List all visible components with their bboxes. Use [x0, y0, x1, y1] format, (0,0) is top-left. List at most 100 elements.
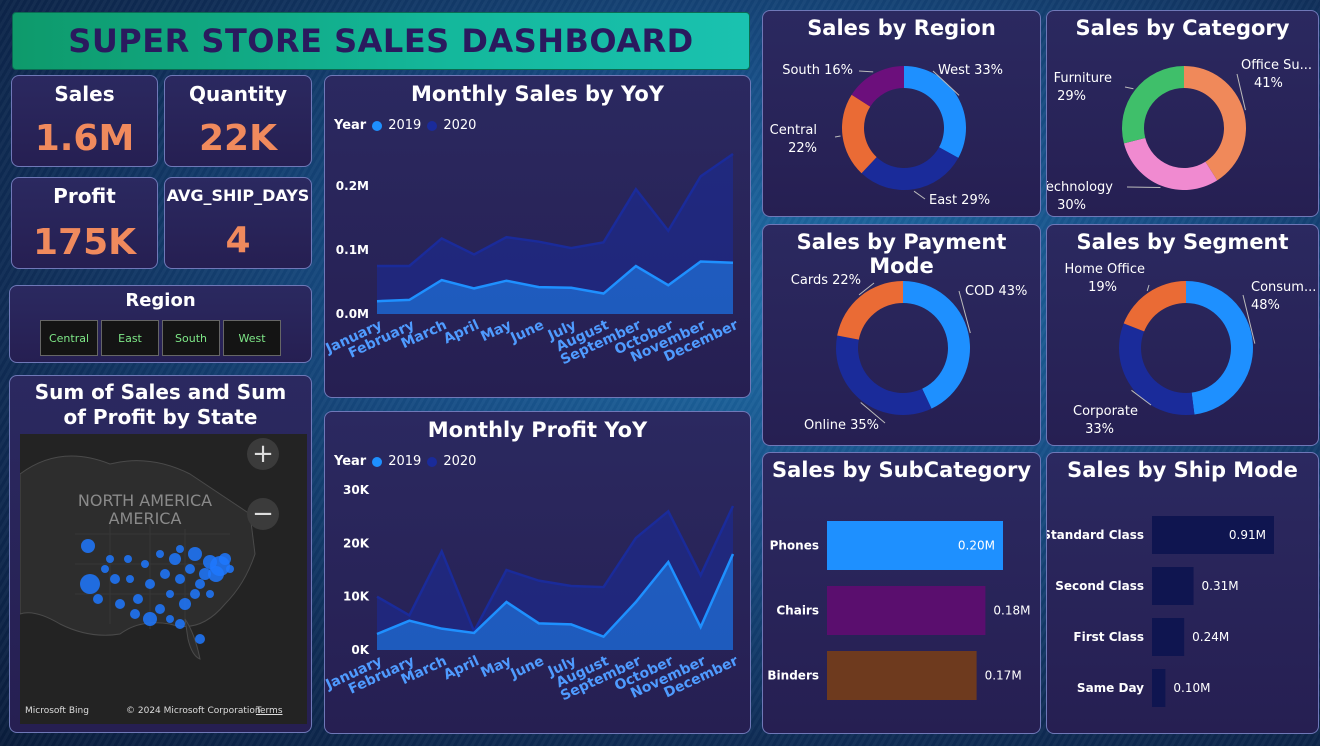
label-connector: [1146, 284, 1150, 292]
category-label: Standard Class: [1047, 528, 1144, 542]
profit-area-chart[interactable]: 0K10K20K30KJanuaryFebruaryMarchAprilMayJ…: [325, 412, 750, 734]
bar: [1152, 669, 1166, 707]
value-label: 0.10M: [1173, 681, 1210, 695]
bar: [1152, 567, 1194, 605]
donut-slice: [861, 147, 959, 190]
kpi-card-ship-days[interactable]: AVG_SHIP_DAYS 4: [164, 177, 312, 269]
category-label: First Class: [1073, 630, 1144, 644]
state-bubble: [175, 574, 185, 584]
region-slicer: Region Central East South West: [9, 285, 312, 363]
payment-donut-card: Sales by Payment Mode COD 43% Online 35% C…: [762, 224, 1041, 446]
kpi-value: 175K: [32, 222, 137, 263]
zoom-out-button[interactable]: −: [247, 498, 279, 530]
category-label: Chairs: [776, 604, 819, 618]
subcategory-bar-chart[interactable]: Phones 0.20M Chairs 0.18M Binders 0.17M: [763, 453, 1041, 734]
slice-label: Office Su...: [1241, 58, 1312, 73]
map-canvas[interactable]: NORTH AMERICA AMERICA + − Microsoft Bing…: [19, 434, 307, 724]
value-label: 0.24M: [1192, 630, 1229, 644]
map-svg: NORTH AMERICA AMERICA: [19, 455, 256, 660]
payment-donut[interactable]: COD 43% Online 35% Cards 22%: [763, 225, 1041, 446]
state-bubble: [206, 590, 214, 598]
monthly-sales-card: Monthly Sales by YoY Year 2019 2020 0.0M…: [324, 75, 751, 398]
kpi-label: Profit: [53, 184, 116, 208]
state-bubble: [124, 555, 132, 563]
y-tick-label: 0.1M: [336, 243, 369, 257]
kpi-label: Sales: [54, 82, 115, 106]
slice-label: Consum...: [1251, 280, 1316, 295]
bing-logo: Microsoft Bing: [25, 706, 89, 716]
value-label: 0.31M: [1202, 579, 1239, 593]
bar: [827, 586, 986, 635]
shipmode-bar-chart[interactable]: Standard Class 0.91M Second Class 0.31M Firs…: [1047, 453, 1319, 734]
slice-label: 48%: [1251, 298, 1280, 313]
region-donut-card: Sales by Region West 33% East 29% Central 2…: [762, 10, 1041, 217]
y-tick-label: 20K: [343, 536, 370, 550]
map-terms-link[interactable]: Terms: [256, 706, 283, 716]
value-label: 0.91M: [1229, 528, 1266, 542]
slice-label: East 29%: [929, 193, 990, 208]
map-title: Sum of Sales and Sum of Profit by State: [34, 380, 287, 429]
value-label: 0.17M: [985, 669, 1022, 683]
slice-label: Home Office: [1065, 262, 1145, 277]
region-donut[interactable]: West 33% East 29% Central 22% South 16%: [763, 11, 1041, 217]
kpi-card-profit[interactable]: Profit 175K: [11, 177, 158, 269]
state-bubble: [219, 553, 231, 565]
donut-slice: [1123, 281, 1186, 332]
state-bubble: [169, 553, 181, 565]
state-bubble: [133, 594, 143, 604]
zoom-in-button[interactable]: +: [247, 438, 279, 470]
kpi-card-sales[interactable]: Sales 1.6M: [11, 75, 158, 167]
category-label: Binders: [767, 669, 819, 683]
donut-slice: [1119, 323, 1195, 415]
state-bubble: [115, 599, 125, 609]
state-bubble: [126, 575, 134, 583]
label-connector: [913, 190, 926, 200]
donut-slice: [1186, 281, 1253, 415]
slice-label: 33%: [1085, 422, 1114, 437]
donut-slice: [1122, 66, 1184, 144]
state-bubble: [110, 574, 120, 584]
state-bubble: [80, 574, 100, 594]
kpi-card-quantity[interactable]: Quantity 22K: [164, 75, 312, 167]
y-tick-label: 0K: [351, 643, 369, 657]
donut-slice: [1123, 137, 1218, 190]
state-bubble: [166, 590, 174, 598]
slicer-option-west[interactable]: West: [223, 320, 281, 356]
slicer-option-east[interactable]: East: [101, 320, 159, 356]
slice-label: 29%: [1057, 89, 1086, 104]
slice-label: Corporate: [1073, 404, 1138, 419]
state-bubble: [81, 539, 95, 553]
state-bubble: [185, 564, 195, 574]
donut-slice: [836, 335, 932, 415]
state-bubble: [156, 550, 164, 558]
label-connector: [858, 70, 874, 73]
slice-label: Online 35%: [804, 418, 879, 433]
sales-area-chart[interactable]: 0.0M0.1M0.2MJanuaryFebruaryMarchAprilMay…: [325, 76, 750, 398]
state-bubble: [226, 565, 234, 573]
slicer-title: Region: [125, 290, 196, 311]
map-region-label-2: AMERICA: [109, 509, 182, 528]
kpi-label: AVG_SHIP_DAYS: [166, 186, 310, 205]
slicer-option-south[interactable]: South: [162, 320, 220, 356]
value-label: 0.20M: [958, 539, 995, 553]
slice-label: 41%: [1254, 76, 1283, 91]
bar: [827, 651, 977, 700]
x-tick-label: June: [507, 317, 546, 347]
state-bubble: [195, 634, 205, 644]
state-bubble: [145, 579, 155, 589]
kpi-value: 4: [225, 220, 251, 261]
slice-label: West 33%: [938, 63, 1003, 78]
state-bubble: [143, 612, 157, 626]
slice-label: COD 43%: [965, 284, 1027, 299]
x-tick-label: April: [441, 653, 482, 683]
category-label: Second Class: [1055, 579, 1144, 593]
plus-icon: +: [252, 439, 274, 469]
donut-slice: [837, 281, 903, 340]
monthly-profit-card: Monthly Profit YoY Year 2019 2020 0K 10K 2…: [324, 411, 751, 734]
slicer-option-central[interactable]: Central: [40, 320, 98, 356]
category-donut-card: Sales by Category Office Su... 41% Technol…: [1046, 10, 1319, 217]
segment-donut[interactable]: Consum... 48% Corporate 33% Home Office 19%: [1047, 225, 1319, 446]
label-connector: [1126, 186, 1161, 189]
category-donut[interactable]: Office Su... 41% Technology 30% Furniture 29%: [1047, 11, 1319, 217]
state-bubble: [101, 565, 109, 573]
